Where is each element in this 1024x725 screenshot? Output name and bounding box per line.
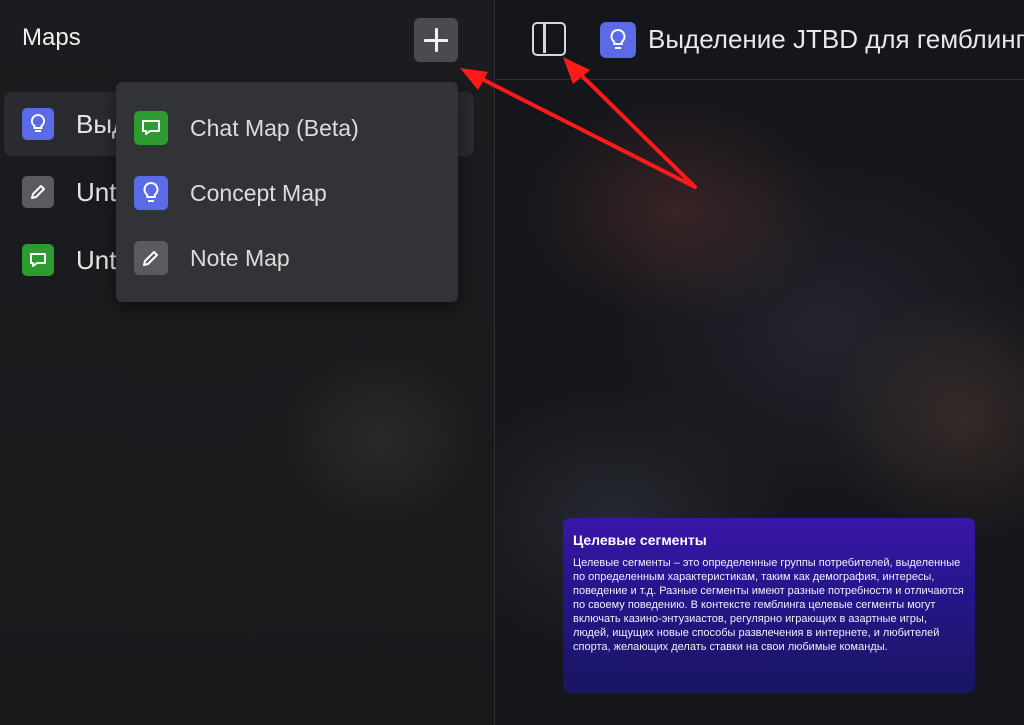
- sidebar: Maps Выд Unt Unt Chat Map (Beta) Concept…: [0, 0, 495, 725]
- plus-icon: [424, 28, 448, 52]
- chat-icon: [22, 244, 54, 276]
- menu-item-chat-map[interactable]: Chat Map (Beta): [134, 108, 359, 148]
- map-canvas[interactable]: Выделение JTBD для гемблинг Целевые сегм…: [496, 0, 1024, 725]
- sidebar-title: Maps: [22, 24, 81, 51]
- card-body: Целевые сегменты – это определенные груп…: [573, 557, 964, 653]
- menu-item-label: Concept Map: [190, 179, 327, 206]
- card-title: Целевые сегменты: [573, 532, 707, 548]
- map-title: Выделение JTBD для гемблинг: [648, 24, 1024, 54]
- pencil-icon: [134, 241, 168, 275]
- map-item-label: Unt: [76, 244, 117, 275]
- sidebar-toggle-icon[interactable]: [532, 22, 566, 56]
- chat-icon: [134, 111, 168, 145]
- pencil-icon: [22, 176, 54, 208]
- map-item-label: Unt: [76, 176, 117, 207]
- new-map-dropdown: Chat Map (Beta) Concept Map Note Map: [116, 82, 458, 302]
- menu-item-note-map[interactable]: Note Map: [134, 238, 290, 278]
- menu-item-label: Chat Map (Beta): [190, 114, 359, 141]
- lightbulb-icon: [22, 108, 54, 140]
- lightbulb-icon: [134, 176, 168, 210]
- concept-node-card[interactable]: Целевые сегменты Целевые сегменты – это …: [563, 518, 975, 693]
- add-map-button[interactable]: [414, 18, 458, 62]
- menu-item-concept-map[interactable]: Concept Map: [134, 173, 327, 213]
- menu-item-label: Note Map: [190, 244, 290, 271]
- topbar: Выделение JTBD для гемблинг: [496, 0, 1024, 80]
- lightbulb-icon: [600, 22, 636, 58]
